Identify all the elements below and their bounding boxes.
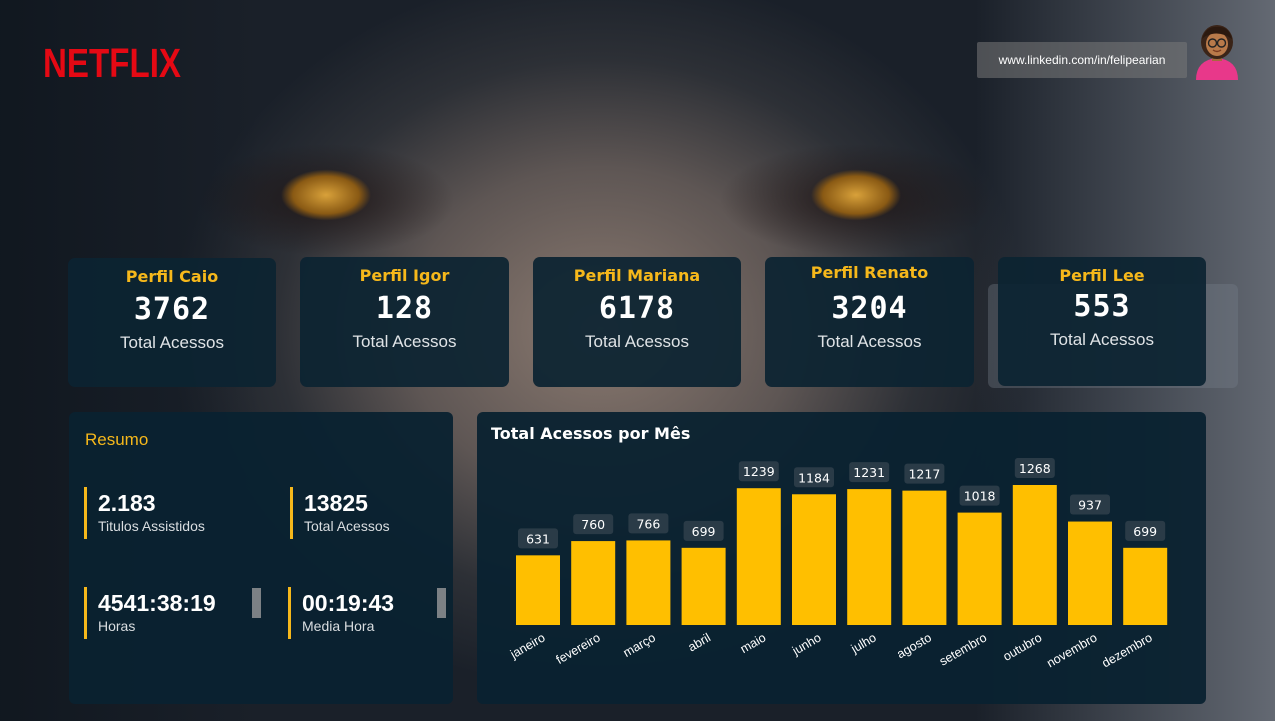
- bar-maio[interactable]: [736, 488, 781, 625]
- data-label-janeiro: 631: [526, 531, 550, 546]
- x-tick-label-julho: julho: [848, 630, 879, 656]
- bar-junho[interactable]: [792, 494, 836, 625]
- bar-dezembro[interactable]: [1123, 547, 1168, 625]
- stat-label: Total Acessos: [304, 518, 390, 534]
- resumo-title: Resumo: [85, 430, 149, 449]
- x-tick-label-janeiro: janeiro: [507, 630, 547, 661]
- linkedin-link[interactable]: www.linkedin.com/in/felipearian: [977, 42, 1187, 78]
- bar-abril[interactable]: [681, 547, 726, 625]
- kpi-profile-name: Perfil Mariana: [573, 266, 701, 285]
- kpi-profile-name: Perfil Renato: [810, 263, 929, 282]
- x-tick-label-abril: abril: [686, 630, 713, 654]
- stat-label: Media Hora: [302, 618, 375, 634]
- stat-titulos-assistidos: 2.183 Titulos Assistidos: [84, 487, 205, 539]
- bar-março[interactable]: [626, 540, 671, 625]
- kpi-card-renato: Perfil Renato 3204 Total Acessos: [765, 257, 974, 387]
- bar-setembro[interactable]: [957, 512, 1002, 625]
- stat-value: 13825: [304, 490, 368, 516]
- data-label-abril: 699: [692, 524, 716, 539]
- kpi-card-caio: Perfil Caio 3762 Total Acessos: [68, 258, 276, 387]
- kpi-value: 6178: [598, 291, 676, 326]
- scrollbar-horas[interactable]: [252, 588, 261, 618]
- data-label-maio: 1239: [743, 464, 775, 479]
- data-label-setembro: 1018: [964, 489, 996, 504]
- data-label-fevereiro: 760: [581, 517, 605, 532]
- stat-media-hora: 00:19:43 Media Hora: [288, 587, 394, 639]
- bar-julho[interactable]: [847, 489, 892, 625]
- resumo-panel: Resumo 2.183 Titulos Assistidos 13825 To…: [69, 412, 453, 704]
- kpi-value: 3762: [133, 292, 211, 327]
- data-label-julho: 1231: [853, 465, 885, 480]
- scrollbar-media-hora[interactable]: [437, 588, 446, 618]
- data-label-outubro: 1268: [1019, 461, 1051, 476]
- x-tick-label-agosto: agosto: [894, 630, 934, 661]
- kpi-label: Total Acessos: [817, 332, 922, 351]
- x-tick-label-dezembro: dezembro: [1100, 630, 1155, 670]
- bar-agosto[interactable]: [902, 490, 947, 625]
- kpi-profile-name: Perfil Igor: [359, 266, 450, 285]
- x-tick-label-outubro: outubro: [1001, 630, 1045, 663]
- data-label-novembro: 937: [1078, 498, 1102, 513]
- data-label-março: 766: [636, 516, 660, 531]
- data-label-dezembro: 699: [1133, 524, 1157, 539]
- kpi-value: 128: [375, 291, 434, 326]
- stat-label: Horas: [98, 618, 136, 634]
- kpi-label: Total Acessos: [120, 333, 224, 352]
- chart-panel: Total Acessos por Mês 631 janeiro 760 fever…: [477, 412, 1206, 704]
- stat-total-acessos: 13825 Total Acessos: [290, 487, 390, 539]
- kpi-profile-name: Perfil Caio: [125, 267, 219, 286]
- x-tick-label-maio: maio: [738, 630, 769, 656]
- bar-janeiro[interactable]: [516, 555, 560, 625]
- x-tick-label-fevereiro: fevereiro: [554, 630, 603, 666]
- kpi-profile-name: Perfil Lee: [1059, 266, 1145, 285]
- kpi-card-igor: Perfil Igor 128 Total Acessos: [300, 257, 509, 387]
- stat-value: 4541:38:19: [98, 590, 216, 616]
- avatar: [1192, 22, 1242, 80]
- stat-value: 00:19:43: [302, 590, 395, 616]
- kpi-card-lee: Perfil Lee 553 Total Acessos: [998, 257, 1206, 386]
- bar-fevereiro[interactable]: [571, 541, 616, 625]
- x-tick-label-março: março: [621, 630, 658, 660]
- stat-value: 2.183: [98, 490, 156, 516]
- netflix-logo-text: NETFLIX: [43, 40, 181, 86]
- netflix-logo: NETFLIX: [43, 38, 183, 86]
- kpi-card-mariana: Perfil Mariana 6178 Total Acessos: [533, 257, 741, 387]
- x-tick-label-junho: junho: [789, 630, 823, 658]
- stat-label: Titulos Assistidos: [98, 518, 205, 534]
- bar-outubro[interactable]: [1012, 485, 1057, 625]
- kpi-label: Total Acessos: [352, 332, 457, 351]
- data-label-agosto: 1217: [908, 467, 940, 482]
- x-tick-label-novembro: novembro: [1044, 630, 1099, 670]
- x-tick-label-setembro: setembro: [937, 630, 989, 668]
- kpi-label: Total Acessos: [585, 332, 689, 351]
- bar-novembro[interactable]: [1068, 521, 1112, 625]
- stat-horas: 4541:38:19 Horas: [84, 587, 216, 639]
- kpi-value: 553: [1073, 289, 1131, 324]
- kpi-value: 3204: [831, 291, 908, 326]
- data-label-junho: 1184: [798, 470, 830, 485]
- monthly-access-bar-chart: 631 janeiro 760 fevereiro 766 março 699 abril 12…: [507, 458, 1168, 670]
- kpi-label: Total Acessos: [1050, 330, 1154, 349]
